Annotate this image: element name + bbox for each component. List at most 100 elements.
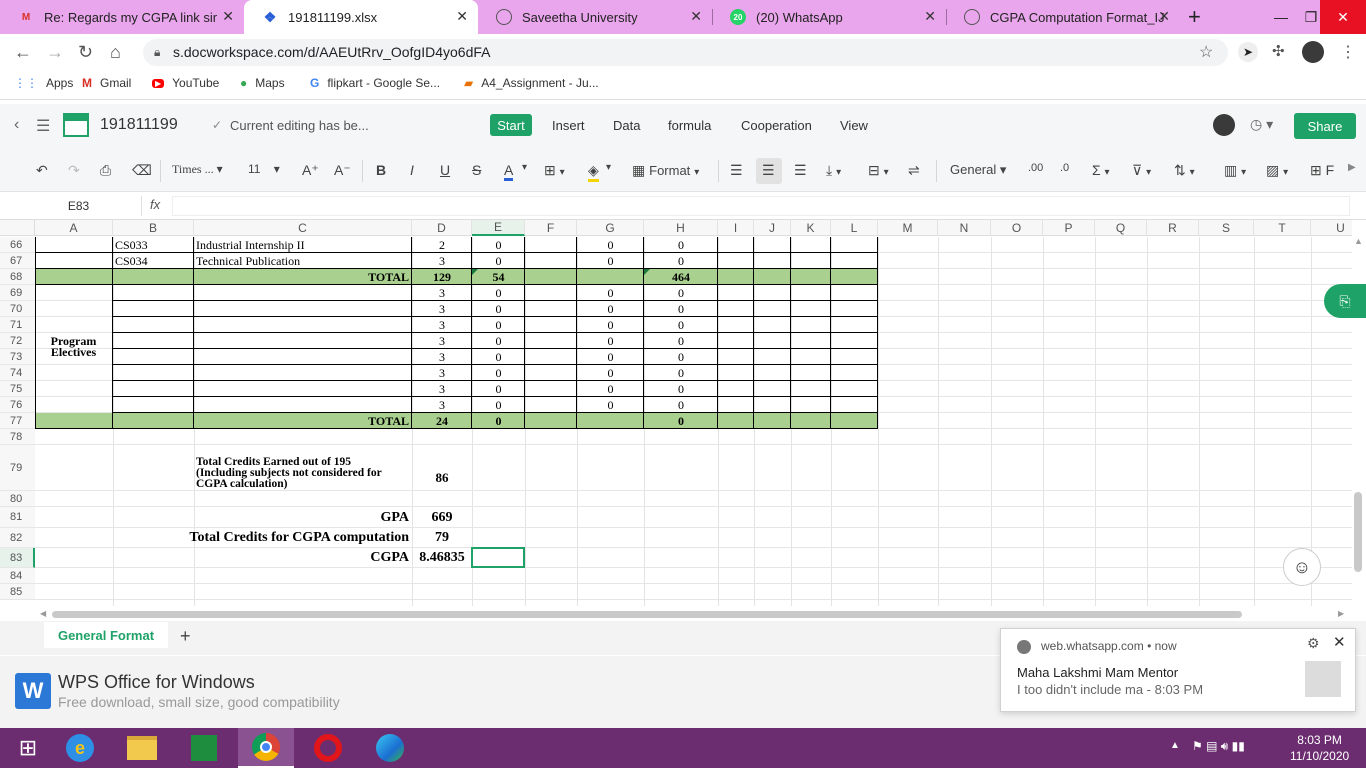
row-header-81[interactable]: 81 xyxy=(0,507,35,528)
image-icon[interactable]: ▨ ▾ xyxy=(1266,162,1288,179)
course-code-cell[interactable]: CS034 xyxy=(113,253,194,269)
extensions-puzzle-icon[interactable]: ✣ xyxy=(1272,42,1285,60)
close-tab-icon[interactable]: ✕ xyxy=(690,8,702,25)
horizontal-scrollbar[interactable] xyxy=(52,611,1242,618)
weighted-cell[interactable]: 0 xyxy=(644,397,718,413)
column-header-g[interactable]: G xyxy=(577,220,644,236)
window-close-button[interactable]: ✕ xyxy=(1320,0,1366,34)
points-cell[interactable]: 0 xyxy=(577,285,644,301)
number-format-select[interactable]: General ▾ xyxy=(950,162,1006,178)
user-avatar[interactable] xyxy=(1213,114,1235,136)
chart-icon[interactable]: ▥ ▾ xyxy=(1224,162,1246,179)
weighted-cell[interactable]: 0 xyxy=(644,349,718,365)
credits-cell[interactable]: 3 xyxy=(412,333,472,349)
credits-cell[interactable]: 3 xyxy=(412,381,472,397)
tray-icons[interactable]: ⚑ ▤ 🔊︎ ▮▮ xyxy=(1192,739,1245,754)
credits-note-line[interactable]: CGPA calculation) xyxy=(194,478,412,490)
column-header-q[interactable]: Q xyxy=(1095,220,1147,236)
tab-gmail[interactable]: M Re: Regards my CGPA link sir - r ✕ xyxy=(0,0,244,34)
total-e-cell[interactable]: 54 xyxy=(472,269,525,285)
credits-cell[interactable]: 3 xyxy=(412,301,472,317)
points-cell[interactable]: 0 xyxy=(577,333,644,349)
credits-earned-value[interactable]: 86 xyxy=(412,468,472,488)
row-header-78[interactable]: 78 xyxy=(0,429,35,445)
row-header-83[interactable]: 83 xyxy=(0,548,35,568)
add-sheet-button[interactable]: + xyxy=(180,626,191,647)
file-explorer-icon[interactable] xyxy=(114,728,170,768)
undo-icon[interactable]: ↶ xyxy=(36,162,48,179)
total-label-cell[interactable]: TOTAL xyxy=(194,269,412,285)
bookmark-youtube[interactable]: ▶ YouTube xyxy=(152,76,219,90)
row-header-66[interactable]: 66 xyxy=(0,237,35,253)
tab-formula[interactable]: formula xyxy=(668,118,711,133)
row-header-74[interactable]: 74 xyxy=(0,365,35,381)
column-header-k[interactable]: K xyxy=(791,220,831,236)
row-header-69[interactable]: 69 xyxy=(0,285,35,301)
sort-icon[interactable]: ⇅ ▾ xyxy=(1174,162,1195,179)
italic-icon[interactable]: I xyxy=(410,162,414,178)
course-name-cell[interactable]: Technical Publication xyxy=(194,253,412,269)
points-cell[interactable]: 0 xyxy=(577,365,644,381)
font-color-icon[interactable]: A xyxy=(504,162,514,181)
format-painter-icon[interactable]: ⎙ xyxy=(100,162,111,179)
file-name[interactable]: 191811199 xyxy=(100,116,178,134)
column-header-i[interactable]: I xyxy=(718,220,754,236)
weighted-cell[interactable]: 0 xyxy=(644,301,718,317)
home-icon[interactable]: ⌂ xyxy=(110,42,121,63)
wps-logo-icon[interactable]: W xyxy=(15,673,51,709)
close-tab-icon[interactable]: ✕ xyxy=(456,8,468,25)
column-header-a[interactable]: A xyxy=(35,220,113,236)
column-header-r[interactable]: R xyxy=(1147,220,1199,236)
wrap-text-icon[interactable]: ⇌ xyxy=(908,162,920,179)
sum-icon[interactable]: Σ ▾ xyxy=(1092,162,1110,178)
grade-cell[interactable]: 0 xyxy=(472,285,525,301)
grade-cell[interactable]: 0 xyxy=(472,317,525,333)
tab-data[interactable]: Data xyxy=(613,118,640,133)
close-tab-icon[interactable]: ✕ xyxy=(222,8,234,25)
tab-spreadsheet[interactable]: ❖ 191811199.xlsx ✕ xyxy=(244,0,478,34)
weighted-cell[interactable]: 0 xyxy=(644,365,718,381)
format-dropdown[interactable]: ▦ Format ▾ xyxy=(632,162,699,179)
tab-view[interactable]: View xyxy=(840,118,868,133)
name-box[interactable]: E83 xyxy=(16,196,142,216)
row-header-73[interactable]: 73 xyxy=(0,349,35,365)
chrome-taskbar-icon[interactable] xyxy=(238,728,294,768)
points-cell[interactable]: 0 xyxy=(577,349,644,365)
sheet-tab-general-format[interactable]: General Format xyxy=(44,622,168,648)
total-label-cell[interactable]: TOTAL xyxy=(194,413,412,429)
credits-cell[interactable]: 3 xyxy=(412,253,472,269)
column-header-t[interactable]: T xyxy=(1254,220,1311,236)
increase-font-icon[interactable]: A⁺ xyxy=(302,162,319,179)
store-icon[interactable] xyxy=(176,728,232,768)
hamburger-menu-icon[interactable]: ☰ xyxy=(36,116,50,136)
column-header-h[interactable]: H xyxy=(644,220,718,236)
row-header-79[interactable]: 79 xyxy=(0,445,35,491)
row-header-85[interactable]: 85 xyxy=(0,584,35,600)
weighted-cell[interactable]: 0 xyxy=(644,333,718,349)
gpa-value-cell[interactable]: 669 xyxy=(412,507,472,528)
back-arrow-icon[interactable]: ← xyxy=(14,42,32,63)
column-header-s[interactable]: S xyxy=(1199,220,1254,236)
wps-banner-title[interactable]: WPS Office for Windows xyxy=(58,672,255,693)
grade-cell[interactable]: 0 xyxy=(472,397,525,413)
bookmark-gmail[interactable]: M Gmail xyxy=(82,76,131,90)
row-header-68[interactable]: 68 xyxy=(0,269,35,285)
total-h-cell[interactable]: 0 xyxy=(644,413,718,429)
gear-icon[interactable]: ⚙ xyxy=(1307,635,1320,652)
points-cell[interactable]: 0 xyxy=(577,253,644,269)
section-label-cell[interactable]: Program Electives xyxy=(35,331,112,363)
row-header-75[interactable]: 75 xyxy=(0,381,35,397)
internet-explorer-icon[interactable]: e xyxy=(52,728,108,768)
column-header-j[interactable]: J xyxy=(754,220,791,236)
profile-avatar[interactable] xyxy=(1302,41,1324,63)
column-header-m[interactable]: M xyxy=(878,220,938,236)
increase-decimal-icon[interactable]: .00 xyxy=(1028,162,1043,174)
tab-saveetha[interactable]: Saveetha University ✕ xyxy=(478,0,712,34)
bookmark-apps[interactable]: ⋮⋮ Apps xyxy=(14,76,73,90)
filter-icon[interactable]: ⊽ ▾ xyxy=(1132,162,1151,179)
decrease-font-icon[interactable]: A⁻ xyxy=(334,162,351,179)
close-icon[interactable]: ✕ xyxy=(1333,633,1346,651)
windows-start-icon[interactable]: ⊞ xyxy=(0,728,56,768)
edge-icon[interactable] xyxy=(362,728,418,768)
column-header-l[interactable]: L xyxy=(831,220,878,236)
